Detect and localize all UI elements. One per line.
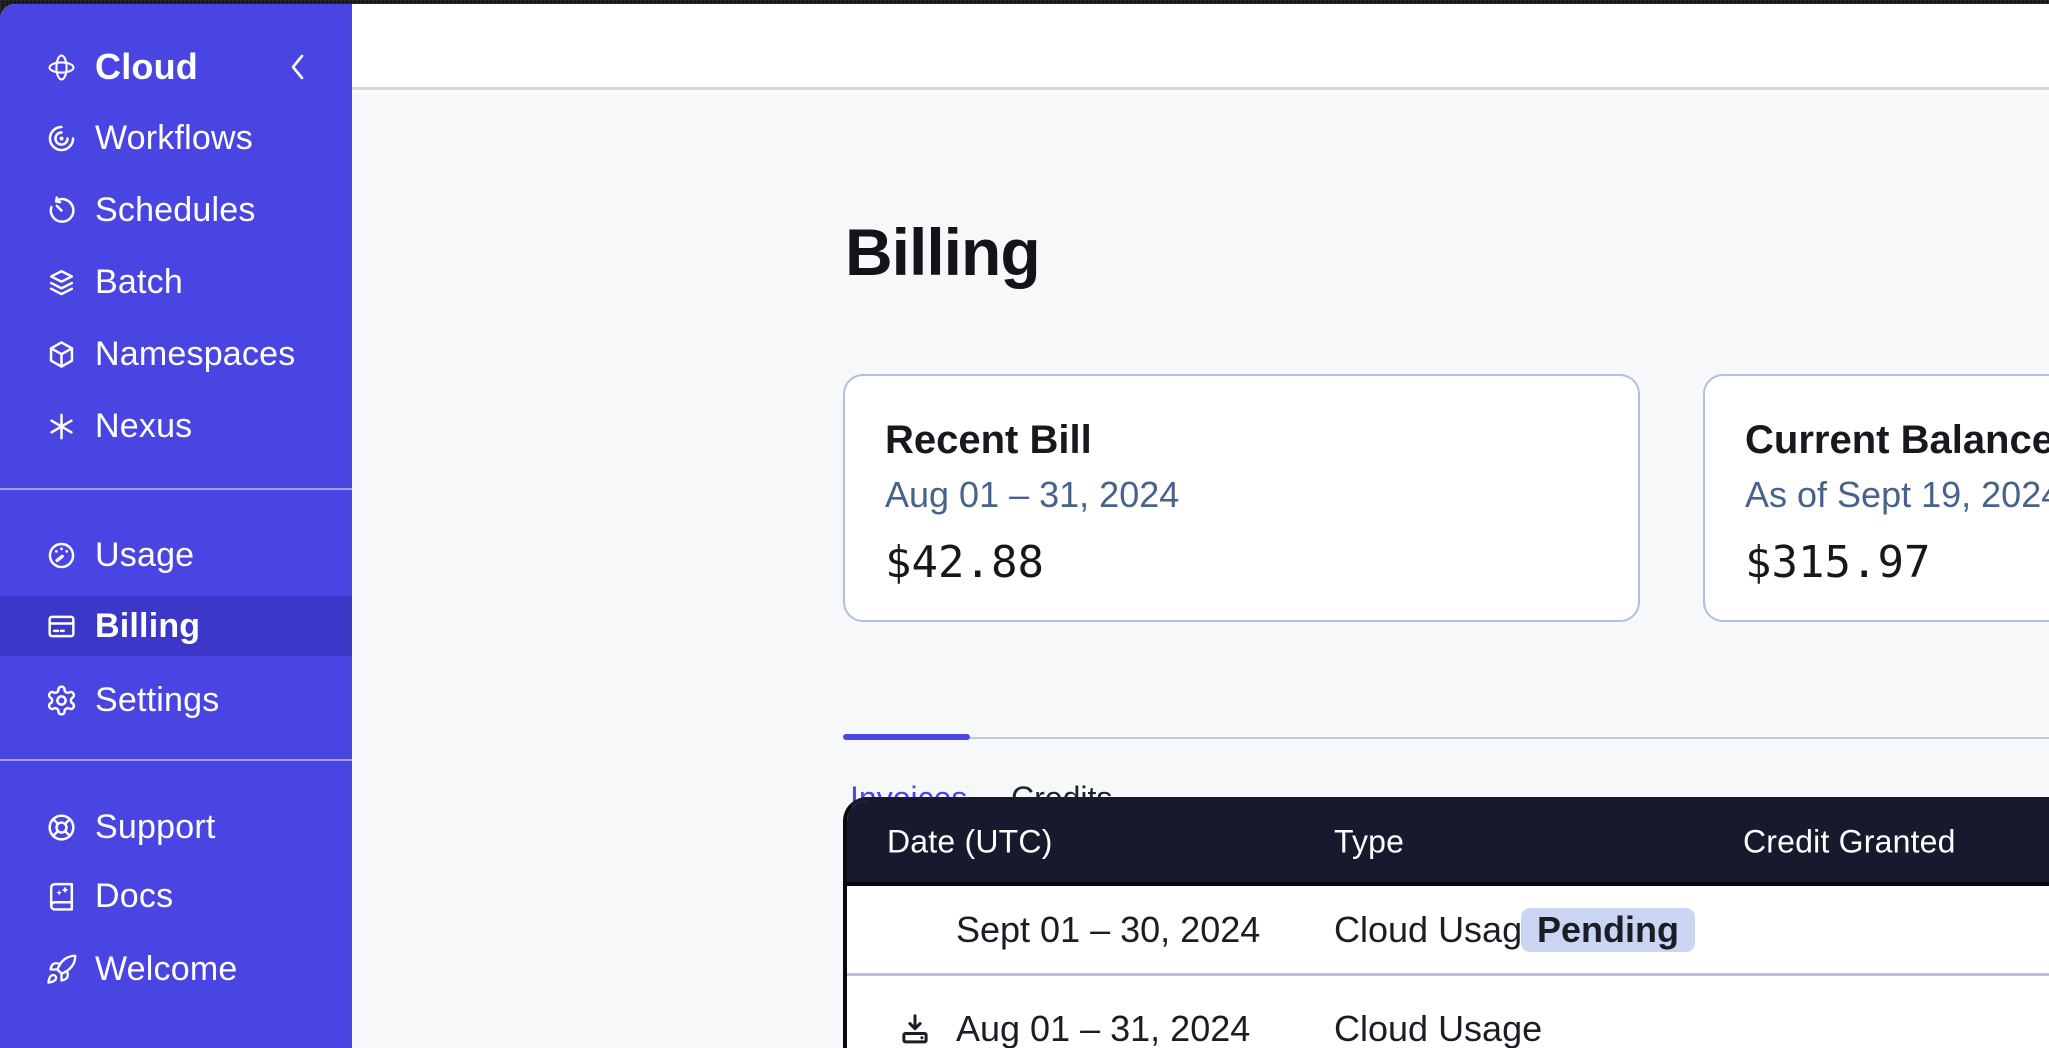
- main-content: Billing Recent Bill Aug 01 – 31, 2024 $4…: [352, 93, 2049, 1048]
- chevron-left-icon: [288, 52, 308, 82]
- page-title: Billing: [845, 216, 1040, 288]
- column-header-date: Date (UTC): [887, 823, 1053, 860]
- sidebar-item-label: Batch: [95, 263, 183, 302]
- invoice-type: Cloud Usage: [1334, 1008, 1542, 1048]
- schedules-clock-icon: [45, 194, 78, 227]
- column-header-type: Type: [1334, 823, 1404, 860]
- invoice-date: Aug 01 – 31, 2024: [956, 1008, 1250, 1048]
- top-bar: [352, 4, 2049, 90]
- recent-bill-card: Recent Bill Aug 01 – 31, 2024 $42.88: [843, 374, 1640, 622]
- invoices-table: Date (UTC) Type Credit Granted Sept 01 –…: [843, 797, 2049, 1048]
- sidebar-item-nexus[interactable]: Nexus: [0, 396, 352, 456]
- billing-card-icon: [45, 610, 78, 643]
- table-header-row: Date (UTC) Type Credit Granted: [847, 801, 2049, 886]
- status-badge: Pending: [1521, 908, 1695, 952]
- recent-bill-period: Aug 01 – 31, 2024: [885, 475, 1638, 515]
- invoice-type: Cloud Usage: [1334, 909, 1542, 951]
- sidebar-item-docs[interactable]: Docs: [0, 866, 352, 926]
- sidebar-item-label: Docs: [95, 877, 173, 916]
- sidebar-item-label: Namespaces: [95, 335, 295, 374]
- recent-bill-amount: $42.88: [885, 539, 1638, 587]
- download-invoice-button[interactable]: [896, 1010, 934, 1048]
- table-row: Aug 01 – 31, 2024 Cloud Usage: [847, 976, 2049, 1048]
- sidebar-item-schedules[interactable]: Schedules: [0, 180, 352, 240]
- invoice-date: Sept 01 – 30, 2024: [956, 909, 1260, 951]
- sidebar-item-settings[interactable]: Settings: [0, 670, 352, 730]
- sidebar-item-label: Schedules: [95, 191, 256, 230]
- sidebar-item-namespaces[interactable]: Namespaces: [0, 324, 352, 384]
- tab-baseline: [970, 737, 2049, 739]
- recent-bill-title: Recent Bill: [885, 416, 1638, 464]
- sidebar-item-label: Billing: [95, 607, 200, 646]
- sidebar-item-support[interactable]: Support: [0, 797, 352, 857]
- sidebar-divider: [0, 488, 352, 490]
- sidebar-item-usage[interactable]: Usage: [0, 525, 352, 585]
- nexus-asterisk-icon: [45, 410, 78, 443]
- namespaces-cube-icon: [45, 338, 78, 371]
- sidebar-item-label: Welcome: [95, 950, 237, 989]
- sidebar-collapse-button[interactable]: [286, 52, 310, 82]
- download-icon: [897, 1011, 933, 1047]
- usage-gauge-icon: [45, 539, 78, 572]
- sidebar-divider: [0, 759, 352, 761]
- sidebar-brand[interactable]: Cloud: [0, 37, 352, 97]
- workflows-spiral-icon: [45, 122, 78, 155]
- sidebar-item-label: Nexus: [95, 407, 192, 446]
- sidebar: Cloud Workflows: [0, 4, 352, 1048]
- app-window: Cloud Workflows: [0, 4, 2049, 1048]
- settings-gear-icon: [45, 684, 78, 717]
- brand-label: Cloud: [95, 46, 198, 88]
- current-balance-card: Current Balance As of Sept 19, 2024 $315…: [1703, 374, 2049, 622]
- support-lifebuoy-icon: [45, 811, 78, 844]
- sidebar-item-batch[interactable]: Batch: [0, 252, 352, 312]
- current-balance-amount: $315.97: [1745, 539, 2049, 587]
- temporal-cloud-icon: [45, 51, 78, 84]
- docs-book-icon: [45, 880, 78, 913]
- sidebar-item-label: Support: [95, 808, 215, 847]
- sidebar-item-label: Workflows: [95, 119, 253, 158]
- active-tab-indicator: [843, 734, 970, 740]
- table-row: Sept 01 – 30, 2024 Cloud Usage Pending: [847, 886, 2049, 973]
- batch-layers-icon: [45, 266, 78, 299]
- sidebar-item-label: Settings: [95, 681, 219, 720]
- welcome-rocket-icon: [45, 953, 78, 986]
- sidebar-item-label: Usage: [95, 536, 194, 575]
- sidebar-item-workflows[interactable]: Workflows: [0, 108, 352, 168]
- current-balance-title: Current Balance: [1745, 416, 2049, 464]
- column-header-credit-granted: Credit Granted: [1743, 823, 1956, 860]
- current-balance-as-of: As of Sept 19, 2024: [1745, 475, 2049, 515]
- sidebar-item-billing[interactable]: Billing: [0, 596, 352, 656]
- sidebar-item-welcome[interactable]: Welcome: [0, 939, 352, 999]
